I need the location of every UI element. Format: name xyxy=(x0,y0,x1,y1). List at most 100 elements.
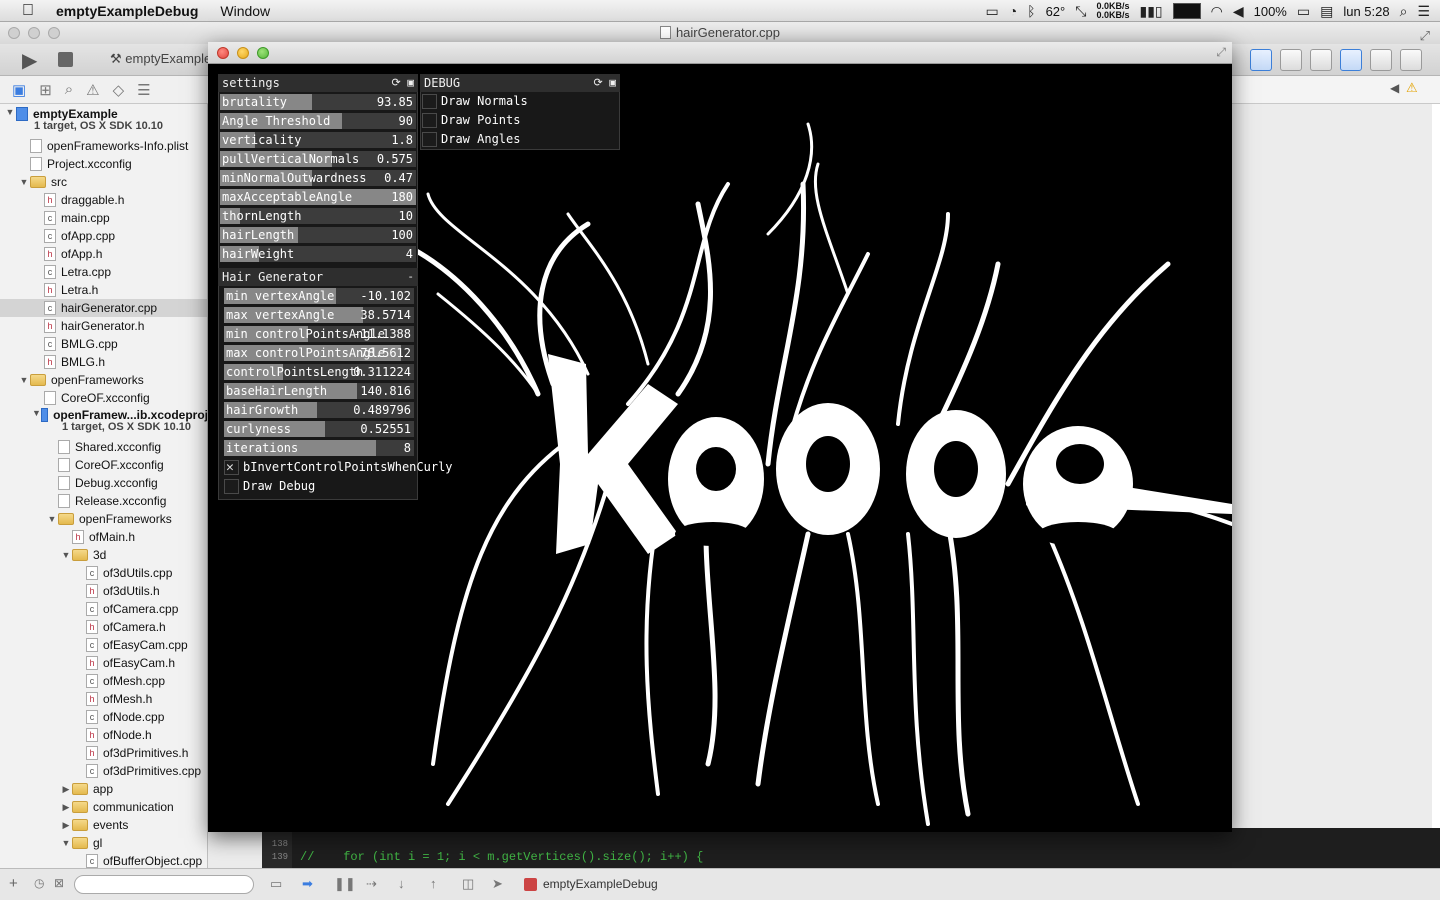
disclosure-triangle-icon[interactable]: ▼ xyxy=(60,838,72,848)
standard-editor-button[interactable] xyxy=(1250,49,1272,71)
assistant-editor-button[interactable] xyxy=(1280,49,1302,71)
gui-toggle[interactable]: Draw Debug xyxy=(224,478,414,495)
gui-slider[interactable]: hairLength 100 xyxy=(220,227,416,243)
navigator-item[interactable]: CoreOF.xcconfig xyxy=(0,456,207,474)
navigator-item[interactable]: h of3dUtils.h xyxy=(0,582,207,600)
toggle-checkbox[interactable] xyxy=(224,459,239,476)
scheme-selector[interactable]: ⚒ emptyExample xyxy=(110,51,211,67)
symbol-navigator-icon[interactable]: ⊞ xyxy=(39,81,52,99)
disclosure-triangle-icon[interactable]: ▼ xyxy=(4,107,16,117)
recent-files-icon[interactable]: ◷ xyxy=(34,876,44,890)
gui-slider[interactable]: min vertexAngle -10.102 xyxy=(224,288,414,304)
toggle-checkbox[interactable] xyxy=(224,479,239,494)
gui-slider[interactable]: curlyness 0.52551 xyxy=(224,421,414,437)
navigator-item[interactable]: c main.cpp xyxy=(0,209,207,227)
disclosure-triangle-icon[interactable]: ▼ xyxy=(32,408,41,418)
navigator-item[interactable]: h BMLG.h xyxy=(0,353,207,371)
navigator-item[interactable]: c ofNode.cpp xyxy=(0,708,207,726)
navigator-item[interactable]: c ofCamera.cpp xyxy=(0,600,207,618)
navigator-item[interactable]: Project.xcconfig xyxy=(0,155,207,173)
wifi-icon[interactable]: ◠ xyxy=(1211,3,1223,20)
gui-slider[interactable]: max vertexAngle 38.5714 xyxy=(224,307,414,323)
step-in-icon[interactable]: ↓ xyxy=(398,876,405,891)
disclosure-triangle-icon[interactable]: ▼ xyxy=(46,514,58,524)
navigator-item[interactable]: ▶ events xyxy=(0,816,207,834)
clock[interactable]: lun 5:28 xyxy=(1343,4,1389,19)
find-navigator-icon[interactable]: ⌕ xyxy=(65,81,73,98)
gui-slider[interactable]: hairGrowth 0.489796 xyxy=(224,402,414,418)
navigator-item[interactable]: Release.xcconfig xyxy=(0,492,207,510)
navigator-item[interactable]: ▼ emptyExample 1 target, OS X SDK 10.10 xyxy=(0,106,207,136)
of-fullscreen-icon[interactable]: ⤢ xyxy=(1216,45,1226,60)
network-speed[interactable]: 0.0KB/s 0.0KB/s xyxy=(1096,2,1129,20)
gui-toggle[interactable]: bInvertControlPointsWhenCurly xyxy=(224,459,453,476)
navigator-item[interactable]: h hairGenerator.h xyxy=(0,317,207,335)
navigator-item[interactable]: ▼ gl xyxy=(0,834,207,852)
gui-slider[interactable]: maxAcceptableAngle 180 xyxy=(220,189,416,205)
navigator-item[interactable]: c of3dUtils.cpp xyxy=(0,564,207,582)
navigator-item[interactable]: h ofCamera.h xyxy=(0,618,207,636)
gui-slider[interactable]: pullVerticalNormals 0.575 xyxy=(220,151,416,167)
xcode-zoom-button[interactable] xyxy=(48,27,60,39)
navigator-item[interactable]: h of3dPrimitives.h xyxy=(0,744,207,762)
toggle-checkbox[interactable] xyxy=(422,132,437,147)
location-icon[interactable]: ➤ xyxy=(492,876,503,892)
apple-menu-icon[interactable]:  xyxy=(0,2,56,20)
xcode-minimize-button[interactable] xyxy=(28,27,40,39)
navigator-item[interactable]: h Letra.h xyxy=(0,281,207,299)
gui-slider[interactable]: Angle Threshold 90 xyxy=(220,113,416,129)
of-minimize-button[interactable] xyxy=(237,47,249,59)
navigator-item[interactable]: ▶ communication xyxy=(0,798,207,816)
navigator-item[interactable]: Shared.xcconfig xyxy=(0,438,207,456)
gui-slider[interactable]: max controlPointsAngle 78.5612 xyxy=(224,345,414,361)
navigator-item[interactable]: Debug.xcconfig xyxy=(0,474,207,492)
gui-slider[interactable]: iterations 8 xyxy=(224,440,414,456)
hair-generator-group-header[interactable]: Hair Generator - xyxy=(218,268,418,286)
gui-slider[interactable]: brutality 93.85 xyxy=(220,94,416,110)
disclosure-triangle-icon[interactable]: ▼ xyxy=(18,177,30,187)
debug-navigator-icon[interactable]: ☰ xyxy=(137,81,150,99)
navigator-item[interactable]: h ofMesh.h xyxy=(0,690,207,708)
test-navigator-icon[interactable]: ◇ xyxy=(113,81,125,99)
battery-percent[interactable]: 100% xyxy=(1254,4,1287,19)
navigator-filter-input[interactable] xyxy=(74,875,254,894)
code-area[interactable]: // for (int i = 1; i < m.getVertices().s… xyxy=(300,828,703,864)
navigator-item[interactable]: h ofApp.h xyxy=(0,245,207,263)
debug-panel-header[interactable]: DEBUG ⟳ ▣ xyxy=(420,74,620,92)
gui-slider[interactable]: thornLength 10 xyxy=(220,208,416,224)
of-zoom-button[interactable] xyxy=(257,47,269,59)
navigator-item[interactable]: c hairGenerator.cpp xyxy=(0,299,207,317)
gui-slider[interactable]: verticality 1.8 xyxy=(220,132,416,148)
issue-navigator-icon[interactable]: ⚠ xyxy=(86,81,99,99)
airplay-icon[interactable]: ▭ xyxy=(985,3,998,20)
debug-save-load-icons[interactable]: ⟳ ▣ xyxy=(594,74,616,92)
project-navigator-icon[interactable]: ▣ xyxy=(12,81,26,99)
source-editor[interactable]: 138 139 // for (int i = 1; i < m.getVerti… xyxy=(262,828,1440,868)
pause-icon[interactable]: ❚❚ xyxy=(334,876,356,892)
gui-slider[interactable]: hairWeight 4 xyxy=(220,246,416,262)
battery-icon[interactable]: ▭ xyxy=(1297,3,1310,20)
collapse-button[interactable]: - xyxy=(407,268,414,286)
menu-window[interactable]: Window xyxy=(220,3,270,19)
source-control-filter-icon[interactable]: ⊠ xyxy=(54,876,64,890)
navigator-item[interactable]: c ofEasyCam.cpp xyxy=(0,636,207,654)
gui-slider[interactable]: min controlPointsAngle -11.1388 xyxy=(224,326,414,342)
of-canvas[interactable]: settings ⟳ ▣ brutality 93.85 Angle Thresho… xyxy=(208,64,1232,832)
navigator-item[interactable]: openFrameworks-Info.plist xyxy=(0,137,207,155)
stop-button[interactable] xyxy=(58,52,73,67)
notification-center-icon[interactable]: ☰ xyxy=(1417,3,1430,20)
disclosure-triangle-icon[interactable]: ▶ xyxy=(60,820,72,831)
breakpoints-toggle-icon[interactable]: ➡ xyxy=(302,876,313,892)
activity-monitor-icon[interactable] xyxy=(1172,3,1201,19)
spotlight-search-icon[interactable]: ⌕ xyxy=(1400,3,1408,20)
navigator-item[interactable]: h ofMain.h xyxy=(0,528,207,546)
settings-panel-header[interactable]: settings ⟳ ▣ xyxy=(218,74,418,92)
toggle-checkbox[interactable] xyxy=(422,94,437,109)
memory-gauge-icon[interactable]: ▮▮▯ xyxy=(1139,3,1162,20)
input-flag-icon[interactable]: ▤ xyxy=(1320,3,1333,20)
code-line[interactable]: // for (int i = 1; i < m.getVertices().s… xyxy=(300,851,703,864)
navigator-item[interactable]: c ofMesh.cpp xyxy=(0,672,207,690)
xcode-close-button[interactable] xyxy=(8,27,20,39)
navigator-item[interactable]: c ofApp.cpp xyxy=(0,227,207,245)
time-machine-icon[interactable]: ◔ xyxy=(1009,3,1017,19)
